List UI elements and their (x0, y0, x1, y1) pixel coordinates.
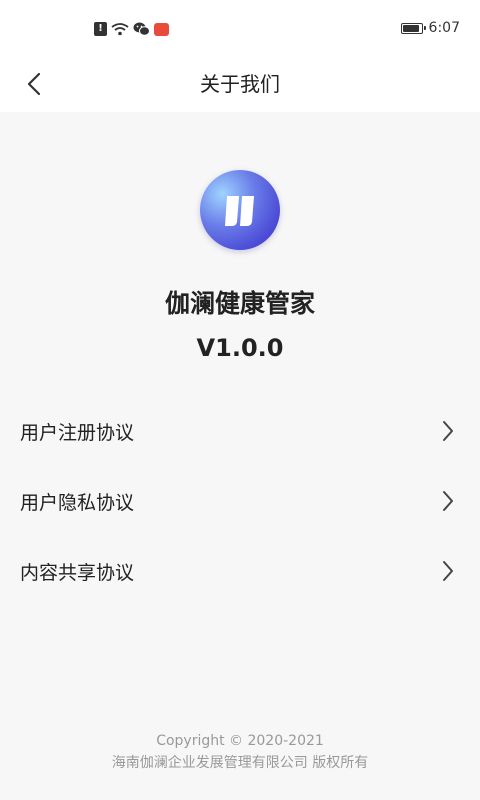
company-text: 海南伽澜企业发展管理有限公司 版权所有 (111, 755, 369, 771)
alert-icon: ! (94, 22, 107, 36)
menu-item-label: 用户注册协议 (20, 421, 135, 444)
status-bar: ! 6:07 (0, 0, 480, 56)
back-button[interactable] (18, 68, 50, 100)
status-right: 6:07 (400, 20, 460, 36)
app-logo (200, 170, 280, 250)
status-icons: ! (94, 22, 169, 36)
wifi-icon (111, 23, 129, 36)
agreement-list: 用户注册协议 用户隐私协议 内容共享协议 (0, 396, 480, 606)
nav-bar: 关于我们 (0, 56, 480, 112)
copyright-text: Copyright © 2020-2021 (156, 733, 324, 749)
app-name: 伽澜健康管家 (164, 289, 315, 318)
status-time: 6:07 (428, 20, 460, 36)
menu-item-privacy-agreement[interactable]: 用户隐私协议 (0, 466, 480, 536)
chevron-right-icon (443, 491, 453, 511)
menu-item-label: 用户隐私协议 (20, 491, 135, 514)
menu-item-registration-agreement[interactable]: 用户注册协议 (0, 396, 480, 466)
chevron-right-icon (443, 561, 453, 581)
page-title: 关于我们 (200, 72, 280, 96)
chevron-left-icon (27, 72, 41, 96)
battery-icon (400, 22, 426, 34)
menu-item-label: 内容共享协议 (20, 561, 135, 584)
logo-mark-icon (225, 196, 254, 226)
app-version: V1.0.0 (196, 334, 284, 362)
footer: Copyright © 2020-2021 海南伽澜企业发展管理有限公司 版权所… (0, 730, 480, 774)
menu-item-content-sharing-agreement[interactable]: 内容共享协议 (0, 536, 480, 606)
wechat-icon (133, 22, 150, 36)
chevron-right-icon (443, 421, 453, 441)
app-notification-icon (154, 22, 169, 36)
